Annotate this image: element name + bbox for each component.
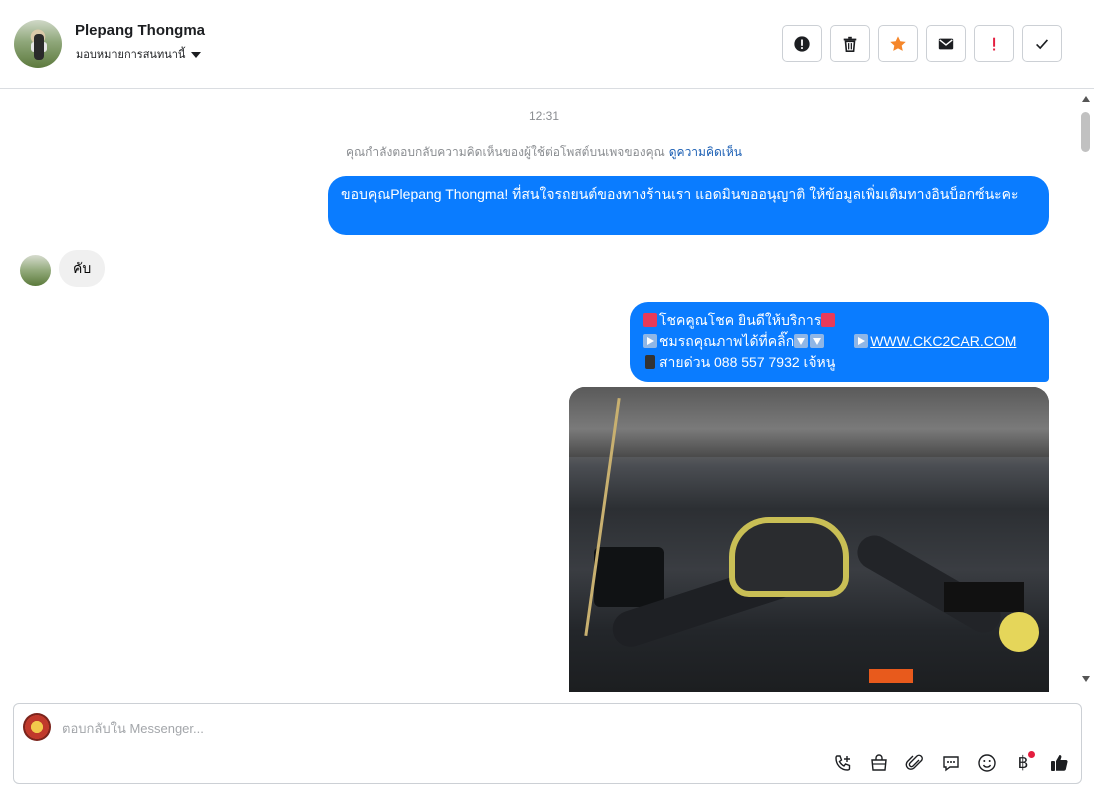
website-link[interactable]: WWW.CKC2CAR.COM	[870, 333, 1016, 349]
shop-bag-icon	[871, 754, 887, 771]
context-text: คุณกำลังตอบกลับความคิดเห็นของผู้ใช้ต่อโพ…	[346, 145, 665, 159]
sparkle-emoji-icon	[821, 313, 836, 327]
check-icon	[1036, 38, 1049, 49]
scroll-up-arrow-icon[interactable]	[1082, 96, 1090, 102]
trash-icon	[843, 36, 857, 52]
notification-dot	[1028, 751, 1035, 758]
chat-icon	[943, 756, 959, 772]
view-comment-link[interactable]: ดูความคิดเห็น	[669, 145, 742, 159]
chevron-down-icon	[191, 51, 202, 58]
reply-input[interactable]	[62, 718, 762, 738]
play-emoji-icon	[854, 334, 869, 348]
reply-context-note: คุณกำลังตอบกลับความคิดเห็นของผู้ใช้ต่อโพ…	[0, 143, 1088, 162]
composer-tools: ฿	[831, 751, 1071, 775]
report-icon	[794, 35, 810, 52]
sparkle-emoji-icon	[643, 313, 657, 327]
attachment-icon	[905, 754, 923, 770]
message-timestamp: 12:31	[528, 109, 560, 123]
assign-conversation-dropdown[interactable]: มอบหมายการสนทนานี้	[76, 45, 202, 63]
star-button[interactable]	[878, 25, 918, 62]
scrollbar-thumb[interactable]	[1081, 112, 1090, 152]
attach-button[interactable]	[903, 751, 927, 775]
important-icon	[993, 37, 996, 50]
payment-button[interactable]: ฿	[1011, 751, 1035, 775]
contact-avatar[interactable]	[14, 20, 62, 68]
saved-replies-button[interactable]	[939, 751, 963, 775]
shop-button[interactable]	[867, 751, 891, 775]
phone-add-icon	[835, 755, 851, 771]
phone-emoji-icon	[645, 355, 655, 369]
promo-line-3: สายด่วน 088 557 7932 เจ้หนู	[659, 354, 836, 370]
scroll-down-arrow-icon[interactable]	[1082, 676, 1090, 682]
conversation-header: Plepang Thongma มอบหมายการสนทนานี้	[0, 0, 1094, 89]
header-actions	[782, 25, 1062, 62]
down-arrow-emoji-icon	[810, 334, 825, 348]
promo-line-2: ชมรถคุณภาพได้ที่คลิ๊ก	[659, 333, 795, 349]
reply-composer: ฿	[13, 703, 1082, 784]
incoming-message[interactable]: คับ	[59, 250, 106, 287]
down-arrow-emoji-icon	[794, 334, 809, 348]
emoji-button[interactable]	[975, 751, 999, 775]
mark-unread-button[interactable]	[926, 25, 966, 62]
mail-icon	[938, 38, 954, 49]
outgoing-message[interactable]: ขอบคุณPlepang Thongma! ที่สนใจรถยนต์ของท…	[328, 176, 1049, 235]
emoji-icon	[978, 754, 996, 772]
message-thread[interactable]: 12:31 คุณกำลังตอบกลับความคิดเห็นของผู้ใช…	[0, 90, 1094, 692]
call-button[interactable]	[831, 751, 855, 775]
contact-avatar-small	[20, 255, 51, 286]
delete-button[interactable]	[830, 25, 870, 62]
engine-photo-attachment[interactable]	[569, 387, 1049, 692]
like-button[interactable]	[1047, 751, 1071, 775]
assign-label: มอบหมายการสนทนานี้	[76, 49, 186, 61]
play-emoji-icon	[643, 334, 657, 348]
outgoing-message-promo[interactable]: โชคคูณโชค ยินดีให้บริการ ชมรถคุณภาพได้ที…	[630, 302, 1049, 382]
page-avatar	[23, 713, 51, 741]
mark-done-button[interactable]	[1022, 25, 1062, 62]
contact-name[interactable]: Plepang Thongma	[75, 22, 205, 39]
baht-icon: ฿	[1017, 753, 1029, 773]
mark-important-button[interactable]	[974, 25, 1014, 62]
report-spam-button[interactable]	[782, 25, 822, 62]
star-icon	[890, 35, 906, 51]
thumbs-up-icon	[1051, 755, 1068, 771]
promo-line-1: โชคคูณโชค ยินดีให้บริการ	[659, 312, 822, 328]
